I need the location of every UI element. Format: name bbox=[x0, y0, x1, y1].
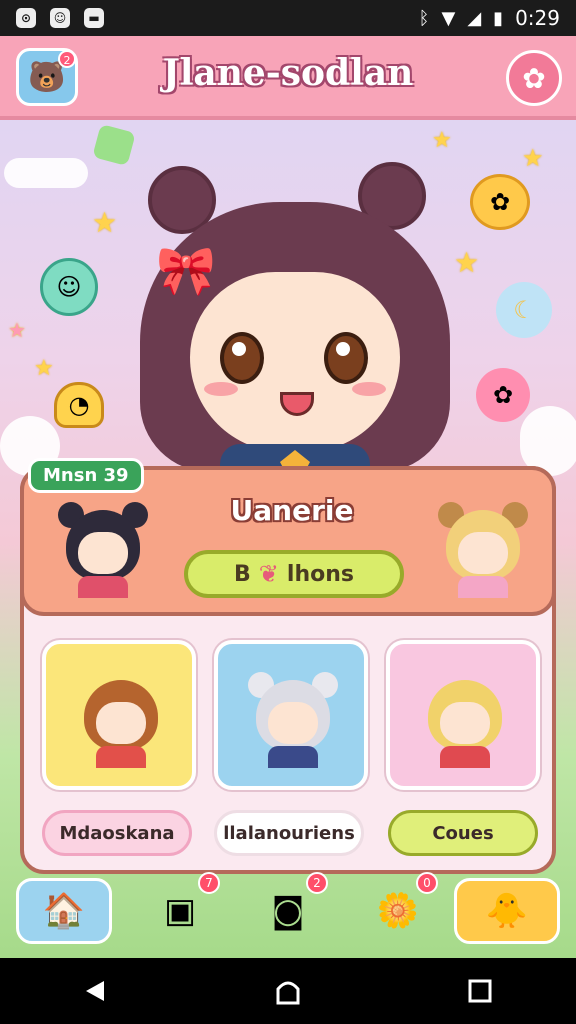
tile-character bbox=[238, 662, 348, 772]
tile-character bbox=[410, 662, 520, 772]
system-nav-bar bbox=[0, 958, 576, 1024]
mini-outfit bbox=[458, 576, 508, 598]
bone-icon: ✿ bbox=[522, 61, 546, 95]
nav-home[interactable]: 🏠 bbox=[16, 878, 112, 944]
character-tile-1[interactable] bbox=[42, 640, 196, 790]
media-icon: ▬ bbox=[84, 8, 104, 28]
cloud-decoration bbox=[4, 158, 88, 188]
chick-icon: 🐥 bbox=[485, 891, 529, 931]
status-bar: ⊙ ☺ ▬ ᛒ ▼ ◢ ▮ 0:29 bbox=[0, 0, 576, 36]
star-icon: ★ bbox=[8, 318, 26, 342]
mini-face bbox=[458, 532, 508, 574]
app-screen: 🐻 2 Jlane-sodlan ✿ ★ ★ ★ ★ ★ ★ ☺ ✿ ✿ ☾ ◔… bbox=[0, 36, 576, 958]
character-tile-2[interactable] bbox=[214, 640, 368, 790]
star-icon: ★ bbox=[92, 206, 118, 239]
settings-button[interactable]: ✿ bbox=[506, 50, 562, 106]
character-blush-left bbox=[204, 382, 238, 396]
nav-badge: 7 bbox=[198, 872, 220, 894]
pink-flower-icon: ✿ bbox=[476, 368, 530, 422]
signal-icon: ◢ bbox=[467, 7, 482, 29]
mini-face bbox=[440, 702, 490, 744]
card-action-button[interactable]: B ❦ lhons bbox=[184, 550, 404, 598]
main-character-illustration: 🎀 bbox=[120, 162, 470, 492]
character-eye-right bbox=[324, 332, 368, 384]
mini-character-left[interactable] bbox=[48, 492, 158, 602]
home-circle-icon bbox=[276, 981, 300, 1005]
ufo-icon: ◔ bbox=[54, 382, 104, 428]
leaf-icon: ❦ bbox=[258, 560, 279, 588]
character-blush-right bbox=[352, 382, 386, 396]
mini-face bbox=[268, 702, 318, 744]
back-button[interactable] bbox=[66, 961, 126, 1021]
nav-friends[interactable]: 🌼 0 bbox=[350, 872, 446, 944]
notification-icon: ⊙ bbox=[16, 8, 36, 28]
bow-icon: 🎀 bbox=[156, 243, 216, 299]
home-button[interactable] bbox=[258, 961, 318, 1021]
nav-badge: 2 bbox=[306, 872, 328, 894]
character-face bbox=[190, 272, 400, 452]
tile-character bbox=[66, 662, 176, 772]
character-tile-3[interactable] bbox=[386, 640, 540, 790]
mini-outfit bbox=[96, 746, 146, 768]
character-card: Uanerie B ❦ lhons Mdaoskana llalanourien… bbox=[20, 466, 556, 874]
tile-label-1[interactable]: Mdaoskana bbox=[42, 810, 192, 856]
tile-label-2[interactable]: llalanouriens bbox=[214, 810, 364, 856]
home-icon: 🏠 bbox=[42, 891, 86, 931]
yellow-flower-icon: ✿ bbox=[470, 174, 530, 230]
star-icon: ★ bbox=[522, 144, 544, 172]
nav-photo[interactable]: ◙ 2 bbox=[240, 872, 336, 944]
star-icon: ★ bbox=[432, 128, 452, 153]
back-icon bbox=[86, 981, 104, 1001]
photo-icon: ◙ bbox=[271, 891, 305, 931]
recents-button[interactable] bbox=[450, 961, 510, 1021]
nav-cards[interactable]: ▣ 7 bbox=[132, 872, 228, 944]
mini-outfit bbox=[78, 576, 128, 598]
app-title: Jlane-sodlan bbox=[162, 52, 414, 94]
star-face-icon: 🌼 bbox=[376, 891, 420, 931]
game-icon: ☺ bbox=[50, 8, 70, 28]
level-badge: Mnsn 39 bbox=[28, 458, 144, 493]
battery-icon: ▮ bbox=[493, 7, 504, 29]
character-eye-left bbox=[220, 332, 264, 384]
bottom-nav: 🏠 ▣ 7 ◙ 2 🌼 0 🐥 bbox=[0, 872, 576, 958]
character-mouth bbox=[280, 392, 314, 416]
star-icon: ★ bbox=[34, 356, 54, 381]
recents-icon bbox=[468, 979, 492, 1003]
square-decoration bbox=[92, 123, 136, 167]
card-button-label-a: B bbox=[234, 561, 251, 587]
app-header: 🐻 2 Jlane-sodlan ✿ bbox=[0, 36, 576, 120]
tile-label-3[interactable]: Coues bbox=[388, 810, 538, 856]
mini-face bbox=[78, 532, 128, 574]
wifi-icon: ▼ bbox=[441, 7, 456, 29]
profile-badge: 2 bbox=[58, 50, 76, 68]
cards-icon: ▣ bbox=[163, 891, 197, 931]
nav-chick[interactable]: 🐥 bbox=[454, 878, 560, 944]
nav-badge: 0 bbox=[416, 872, 438, 894]
card-button-label-b: lhons bbox=[286, 561, 354, 587]
smiling-flower-icon: ☺ bbox=[40, 258, 98, 316]
status-time: 0:29 bbox=[515, 6, 560, 30]
mini-character-right[interactable] bbox=[428, 492, 538, 602]
bluetooth-icon: ᛒ bbox=[418, 7, 430, 29]
mini-outfit bbox=[440, 746, 490, 768]
mini-outfit bbox=[268, 746, 318, 768]
moon-icon: ☾ bbox=[496, 282, 552, 338]
mini-face bbox=[96, 702, 146, 744]
